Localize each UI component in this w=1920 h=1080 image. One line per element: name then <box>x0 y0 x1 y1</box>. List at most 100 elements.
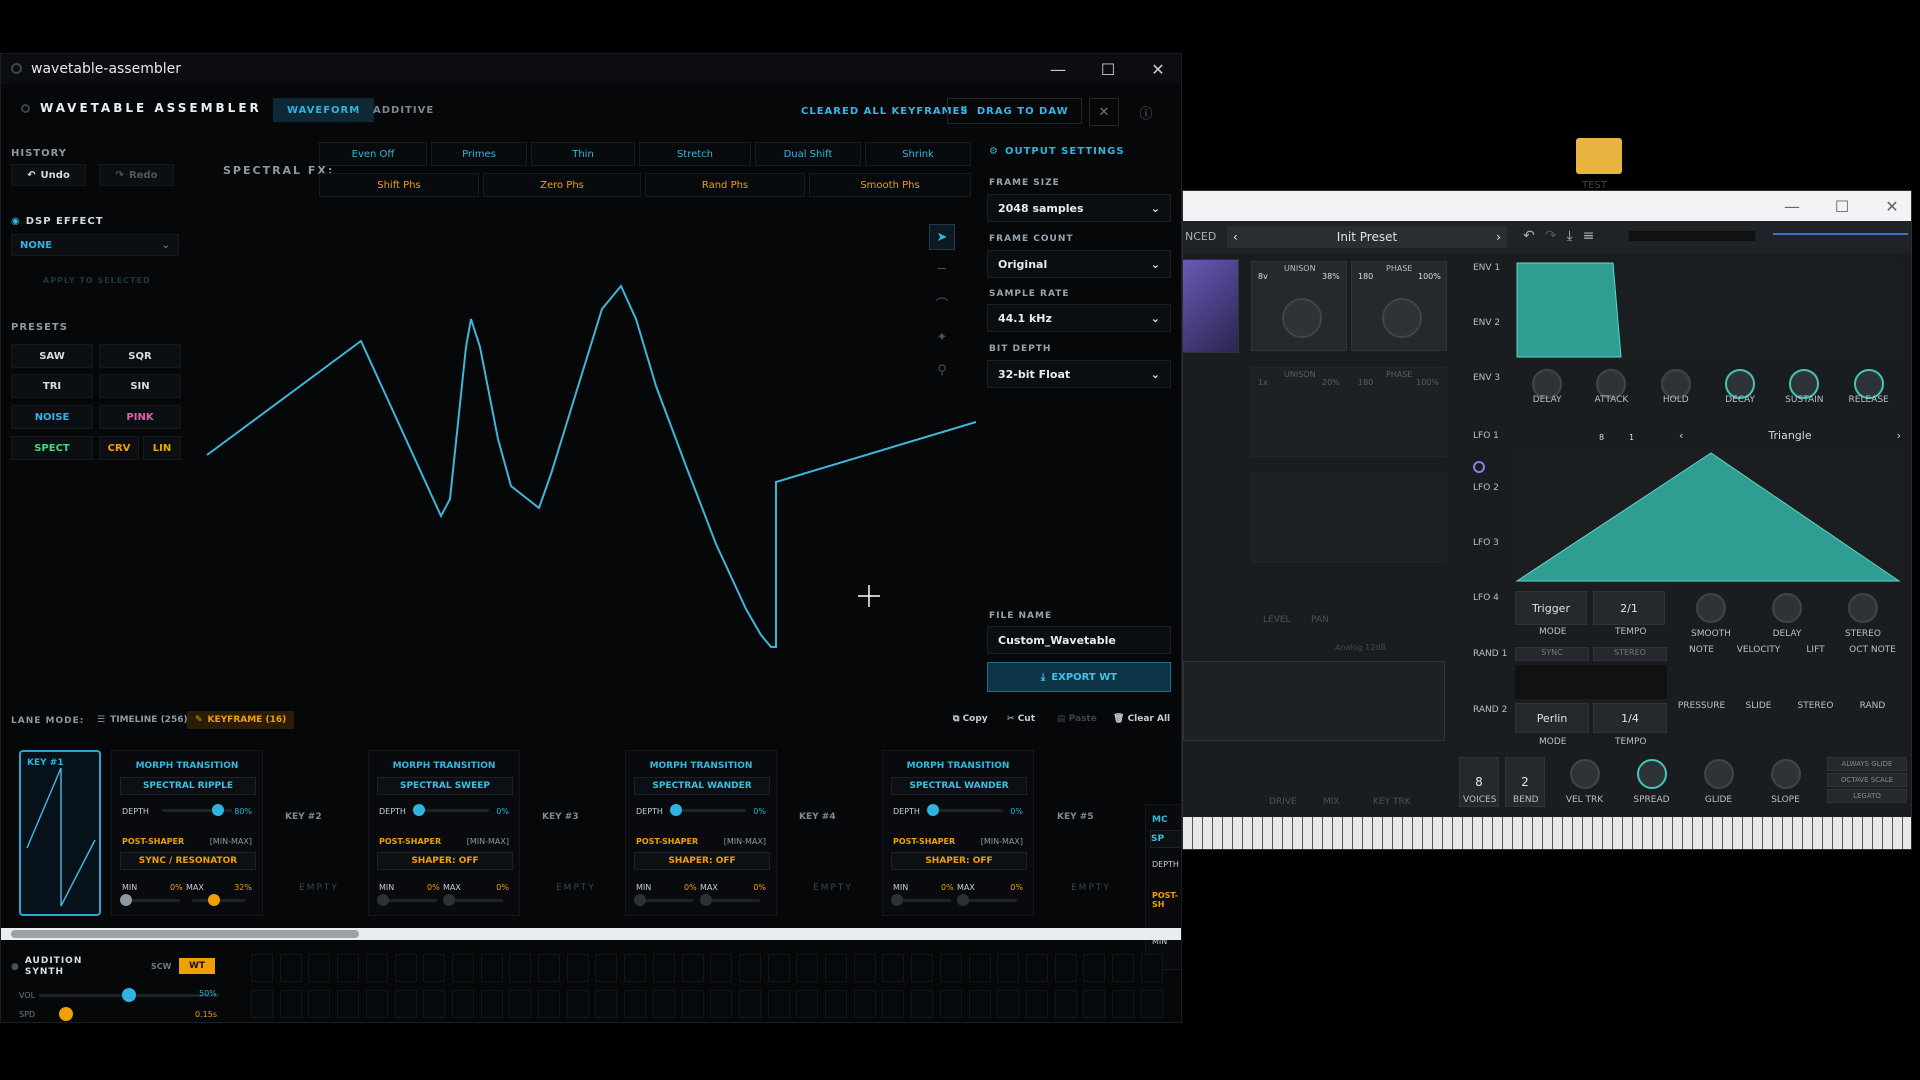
preset-lin[interactable]: LIN <box>143 436 181 460</box>
step-cell[interactable] <box>939 954 962 982</box>
scw-toggle[interactable]: SCW <box>151 962 171 971</box>
max-slider[interactable] <box>957 894 1017 906</box>
mod-source-slide[interactable]: SLIDE <box>1730 701 1787 711</box>
glide-knob[interactable] <box>1703 759 1734 789</box>
step-cell[interactable] <box>1025 990 1048 1018</box>
step-cell[interactable] <box>738 990 761 1018</box>
step-cell[interactable] <box>882 990 905 1018</box>
step-cell[interactable] <box>882 954 905 982</box>
step-cell[interactable] <box>308 990 331 1018</box>
minimize-button[interactable]: — <box>1033 54 1083 84</box>
max-slider[interactable] <box>443 894 503 906</box>
lfo-tab-1[interactable]: LFO 1 <box>1473 431 1499 441</box>
osc1-octave[interactable]: 8v <box>1258 272 1268 281</box>
frame-size-select[interactable]: 2048 samples ⌄ <box>987 194 1171 222</box>
transition-mode-select[interactable]: SPECTRAL WANDER <box>891 777 1027 795</box>
fx-zero-phase[interactable]: Zero Phs <box>483 173 641 197</box>
step-cell[interactable] <box>394 990 417 1018</box>
chevron-right-icon[interactable]: › <box>1897 429 1901 445</box>
step-cell[interactable] <box>451 954 474 982</box>
step-cell[interactable] <box>738 954 761 982</box>
min-slider-thumb[interactable] <box>377 894 389 906</box>
filter-type[interactable]: Analog 12dB <box>1335 643 1386 652</box>
preset-spect[interactable]: SPECT <box>11 436 93 460</box>
env-tab-2[interactable]: ENV 2 <box>1473 318 1500 328</box>
fx-smooth-phase[interactable]: Smooth Phs <box>809 173 971 197</box>
step-cell[interactable] <box>394 954 417 982</box>
step-cell[interactable] <box>538 990 560 1018</box>
step-cell[interactable] <box>251 954 273 982</box>
step-cell[interactable] <box>796 954 819 982</box>
fx-rand-phase[interactable]: Rand Phs <box>645 173 805 197</box>
fx-dual-shift[interactable]: Dual Shift <box>755 142 861 166</box>
frame-count-select[interactable]: Original ⌄ <box>987 250 1171 278</box>
scrollbar-thumb[interactable] <box>11 930 359 938</box>
min-slider[interactable] <box>120 894 180 906</box>
step-cell[interactable] <box>251 990 273 1018</box>
step-sequencer[interactable] <box>251 954 1171 1022</box>
step-cell[interactable] <box>624 990 647 1018</box>
rand-graph[interactable] <box>1515 665 1667 699</box>
depth-slider-thumb[interactable] <box>670 804 682 816</box>
step-cell[interactable] <box>911 954 934 982</box>
clear-all-button[interactable]: 🗑 Clear All <box>1113 714 1170 724</box>
chevron-left-icon[interactable]: ‹ <box>1233 230 1238 244</box>
env-tab-3[interactable]: ENV 3 <box>1473 373 1500 383</box>
pin-tool-icon[interactable]: ⚲ <box>929 357 955 383</box>
brush-tool-icon[interactable]: ✦ <box>929 324 955 350</box>
step-cell[interactable] <box>509 990 532 1018</box>
rand-sync-toggle[interactable]: SYNC <box>1515 647 1589 661</box>
file-name-input[interactable]: Custom_Wavetable <box>987 626 1171 654</box>
step-cell[interactable] <box>624 954 647 982</box>
step-cell[interactable] <box>423 954 446 982</box>
transition-mode-select[interactable]: SPECTRAL WANDER <box>634 777 770 795</box>
max-slider-thumb[interactable] <box>208 894 220 906</box>
rand-tab-2[interactable]: RAND 2 <box>1473 705 1507 715</box>
piano-keyboard[interactable] <box>1183 817 1911 849</box>
step-cell[interactable] <box>566 954 589 982</box>
step-cell[interactable] <box>1140 954 1163 982</box>
sample-rate-select[interactable]: 44.1 kHz ⌄ <box>987 304 1171 332</box>
tab-additive[interactable]: ADDITIVE <box>359 98 448 122</box>
fx-thin[interactable]: Thin <box>531 142 635 166</box>
depth-slider-thumb[interactable] <box>927 804 939 816</box>
min-slider-thumb[interactable] <box>634 894 646 906</box>
step-cell[interactable] <box>595 954 618 982</box>
dsp-effect-select[interactable]: NONE ⌄ <box>11 234 179 256</box>
drag-to-daw-button[interactable]: ⠿ DRAG TO DAW <box>947 98 1082 124</box>
copy-button[interactable]: ⧉ Copy <box>953 714 988 724</box>
rand-mode-select[interactable]: Perlin <box>1515 703 1589 733</box>
step-cell[interactable] <box>652 954 675 982</box>
preset-crv[interactable]: CRV <box>99 436 139 460</box>
unison-knob[interactable] <box>1282 298 1322 338</box>
step-cell[interactable] <box>1140 990 1163 1018</box>
shaper-select[interactable]: SYNC / RESONATOR <box>120 852 256 870</box>
keyframe-slot-1[interactable]: KEY #1 <box>19 750 101 916</box>
glide-option[interactable]: LEGATO <box>1827 789 1907 803</box>
step-cell[interactable] <box>423 990 446 1018</box>
step-cell[interactable] <box>652 990 675 1018</box>
mod-source-pressure[interactable]: PRESSURE <box>1673 701 1730 711</box>
redo-button[interactable]: ↷ Redo <box>99 164 174 186</box>
keyframe-toggle[interactable]: ✎ KEYFRAME (16) <box>187 711 295 729</box>
lfo-tab-4[interactable]: LFO 4 <box>1473 593 1499 603</box>
step-cell[interactable] <box>997 954 1020 982</box>
fx-shrink[interactable]: Shrink <box>865 142 971 166</box>
shaper-select[interactable]: SHAPER: OFF <box>634 852 770 870</box>
preset-saw[interactable]: SAW <box>11 344 93 368</box>
preset-pink[interactable]: PINK <box>99 405 181 429</box>
vol-slider-thumb[interactable] <box>122 988 136 1002</box>
cut-button[interactable]: ✂ Cut <box>1007 714 1035 724</box>
osc2-phase-percent[interactable]: 100% <box>1416 378 1439 387</box>
phase-value[interactable]: 180 <box>1358 272 1373 281</box>
shaper-select[interactable]: SHAPER: OFF <box>891 852 1027 870</box>
max-slider[interactable] <box>700 894 760 906</box>
paste-button[interactable]: ▤ Paste <box>1057 714 1097 724</box>
close-button[interactable]: ✕ <box>1133 54 1181 84</box>
timeline-toggle[interactable]: ☰ TIMELINE (256) <box>89 711 196 729</box>
info-icon[interactable]: ⓘ <box>1131 98 1161 126</box>
step-cell[interactable] <box>1054 954 1077 982</box>
step-cell[interactable] <box>796 990 819 1018</box>
step-cell[interactable] <box>337 954 360 982</box>
lfo-grid-value[interactable]: 8 <box>1599 433 1604 442</box>
